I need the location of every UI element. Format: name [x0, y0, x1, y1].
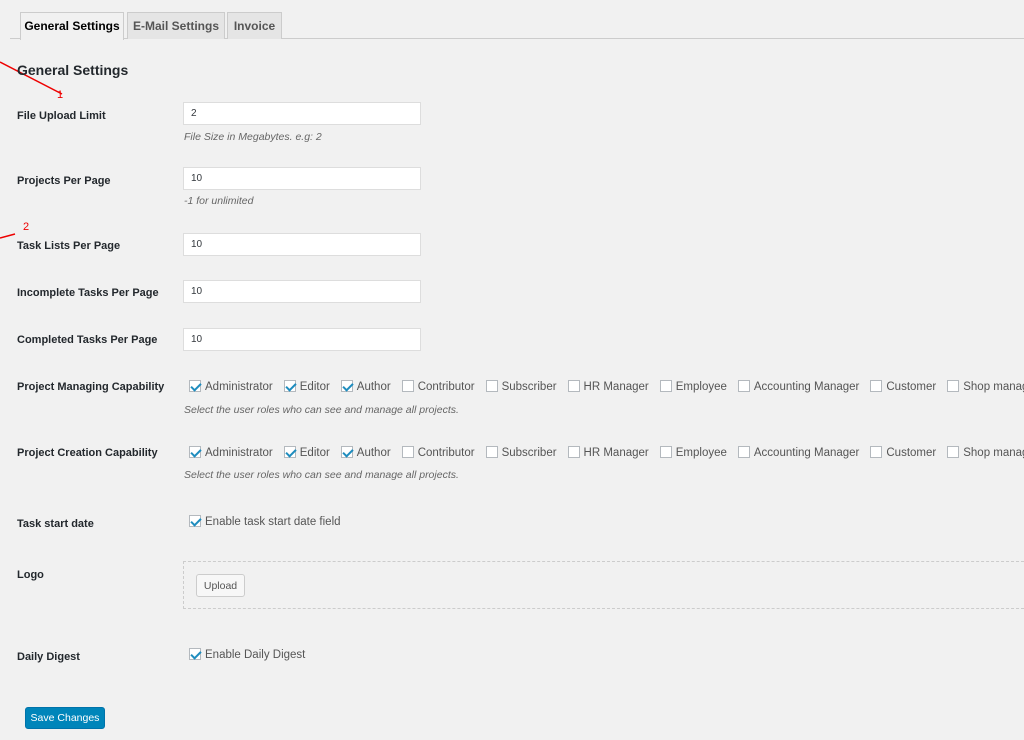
- task-lists-per-page-input[interactable]: [183, 233, 421, 256]
- annotation-number-1: 1: [57, 89, 64, 101]
- daily-digest-label: Daily Digest: [17, 651, 80, 663]
- creation-role-editor[interactable]: Editor: [283, 446, 330, 460]
- checkbox[interactable]: [340, 446, 353, 459]
- creation-role-author[interactable]: Author: [340, 446, 391, 460]
- checkbox[interactable]: [401, 380, 414, 393]
- role-label: Subscriber: [501, 381, 557, 394]
- section-title: General Settings: [17, 62, 129, 78]
- role-label: Administrator: [205, 447, 273, 460]
- creation-role-administrator[interactable]: Administrator: [189, 446, 273, 459]
- daily-digest-checkbox[interactable]: [189, 648, 201, 660]
- role-label: Shop manager: [963, 447, 1024, 460]
- managing-role-administrator[interactable]: Administrator: [189, 380, 273, 393]
- task-start-date-checkbox[interactable]: [189, 515, 201, 527]
- project-managing-description: Select the user roles who can see and ma…: [184, 404, 459, 416]
- checkbox[interactable]: [283, 380, 296, 393]
- annotation-number-2: 2: [23, 221, 30, 233]
- role-label: Author: [356, 381, 391, 394]
- checkbox[interactable]: [947, 380, 960, 393]
- managing-role-customer[interactable]: Customer: [870, 380, 936, 393]
- task-lists-per-page-label: Task Lists Per Page: [17, 240, 121, 252]
- managing-role-hr-manager[interactable]: HR Manager: [567, 380, 649, 394]
- save-changes-button[interactable]: Save Changes: [25, 707, 105, 729]
- logo-label: Logo: [17, 569, 44, 581]
- daily-digest-option[interactable]: Enable Daily Digest: [189, 648, 305, 661]
- checkbox[interactable]: [567, 380, 580, 393]
- checkbox[interactable]: [485, 380, 498, 393]
- file-upload-limit-input[interactable]: [183, 102, 421, 125]
- creation-role-accounting-manager[interactable]: Accounting Manager: [737, 446, 860, 460]
- creation-role-customer[interactable]: Customer: [870, 446, 936, 459]
- task-start-date-label: Task start date: [17, 518, 94, 530]
- checkbox[interactable]: [567, 446, 580, 459]
- checkbox[interactable]: [659, 446, 672, 459]
- annotation-arrow-2: [0, 233, 16, 239]
- role-label: Employee: [675, 447, 727, 460]
- role-label: Customer: [886, 381, 937, 394]
- role-label: Accounting Manager: [753, 447, 860, 460]
- projects-per-page-description: -1 for unlimited: [184, 195, 254, 207]
- managing-role-subscriber[interactable]: Subscriber: [485, 380, 557, 394]
- managing-role-employee[interactable]: Employee: [659, 380, 727, 394]
- managing-role-editor[interactable]: Editor: [283, 380, 330, 394]
- creation-role-subscriber[interactable]: Subscriber: [485, 446, 557, 460]
- creation-role-shop-manager[interactable]: Shop manager: [947, 446, 1024, 459]
- checkbox[interactable]: [659, 380, 672, 393]
- checkbox[interactable]: [189, 446, 201, 459]
- project-creation-description: Select the user roles who can see and ma…: [184, 469, 459, 481]
- file-upload-limit-description: File Size in Megabytes. e.g: 2: [184, 131, 322, 143]
- checkbox[interactable]: [870, 380, 883, 393]
- creation-role-employee[interactable]: Employee: [659, 446, 727, 460]
- tab-invoice[interactable]: Invoice: [227, 12, 282, 39]
- tab-general-settings[interactable]: General Settings: [20, 12, 124, 40]
- project-creation-roles: Administrator Editor Author Contributor Subs…: [189, 444, 1024, 460]
- projects-per-page-label: Projects Per Page: [17, 175, 111, 187]
- checkbox[interactable]: [737, 446, 750, 459]
- managing-role-author[interactable]: Author: [340, 380, 391, 394]
- task-start-date-checkbox-label: Enable task start date field: [205, 516, 341, 528]
- incomplete-tasks-per-page-label: Incomplete Tasks Per Page: [17, 287, 159, 299]
- checkbox[interactable]: [340, 380, 353, 393]
- checkbox[interactable]: [947, 446, 960, 459]
- checkbox[interactable]: [283, 446, 296, 459]
- role-label: Customer: [886, 447, 937, 460]
- tab-email-settings[interactable]: E-Mail Settings: [127, 12, 225, 39]
- role-label: Shop manager: [963, 381, 1024, 394]
- completed-tasks-per-page-label: Completed Tasks Per Page: [17, 334, 158, 346]
- projects-per-page-input[interactable]: [183, 167, 421, 190]
- role-label: Contributor: [417, 447, 475, 460]
- managing-role-contributor[interactable]: Contributor: [401, 380, 475, 394]
- file-upload-limit-label: File Upload Limit: [17, 110, 106, 122]
- role-label: Subscriber: [501, 447, 557, 460]
- project-creation-capability-label: Project Creation Capability: [17, 447, 158, 459]
- checkbox[interactable]: [189, 380, 201, 393]
- completed-tasks-per-page-input[interactable]: [183, 328, 421, 351]
- settings-tabs: General Settings E-Mail Settings Invoice: [0, 0, 1024, 40]
- creation-role-contributor[interactable]: Contributor: [401, 446, 475, 460]
- role-label: HR Manager: [583, 381, 649, 394]
- logo-dropzone[interactable]: [183, 561, 1024, 609]
- role-label: Accounting Manager: [753, 381, 860, 394]
- role-label: HR Manager: [583, 447, 649, 460]
- daily-digest-checkbox-label: Enable Daily Digest: [205, 649, 306, 661]
- role-label: Author: [356, 447, 391, 460]
- checkbox[interactable]: [485, 446, 498, 459]
- checkbox[interactable]: [401, 446, 414, 459]
- role-label: Editor: [299, 447, 330, 460]
- incomplete-tasks-per-page-input[interactable]: [183, 280, 421, 303]
- project-managing-roles: Administrator Editor Author Contributor Subs…: [189, 378, 1024, 394]
- role-label: Employee: [675, 381, 727, 394]
- managing-role-accounting-manager[interactable]: Accounting Manager: [737, 380, 860, 394]
- upload-button[interactable]: Upload: [196, 574, 245, 597]
- role-label: Editor: [299, 381, 330, 394]
- task-start-date-option[interactable]: Enable task start date field: [189, 515, 341, 528]
- project-managing-capability-label: Project Managing Capability: [17, 381, 165, 393]
- checkbox[interactable]: [737, 380, 750, 393]
- checkbox[interactable]: [870, 446, 883, 459]
- role-label: Contributor: [417, 381, 475, 394]
- creation-role-hr-manager[interactable]: HR Manager: [567, 446, 649, 460]
- role-label: Administrator: [205, 381, 273, 394]
- managing-role-shop-manager[interactable]: Shop manager: [947, 380, 1024, 393]
